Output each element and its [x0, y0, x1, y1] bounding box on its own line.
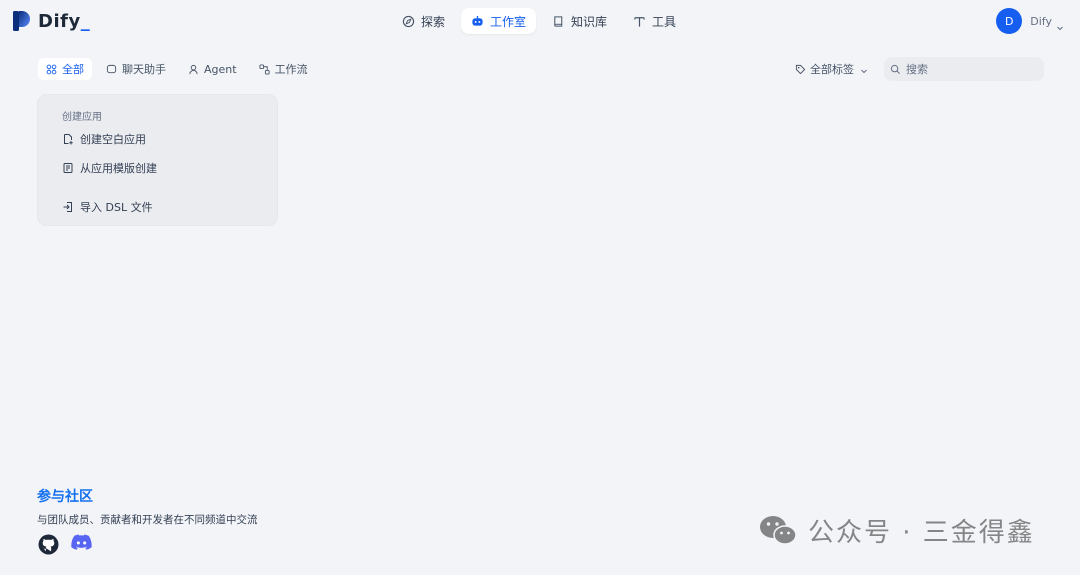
- logo-text: Dify_: [38, 10, 91, 32]
- discord-icon[interactable]: [71, 534, 92, 555]
- dify-logo-icon: [12, 10, 30, 32]
- avatar: D: [996, 8, 1023, 34]
- explore-icon: [402, 15, 415, 28]
- create-app-card: 创建应用 创建空白应用 从应用模版创建 导入 DSL 文件: [37, 94, 278, 226]
- create-blank-app-button[interactable]: 创建空白应用: [62, 131, 146, 147]
- chat-icon: [106, 64, 117, 75]
- main-nav: 探索 工作室 知识库 工具: [392, 8, 686, 34]
- community-title: 参与社区: [37, 489, 93, 505]
- chevron-down-icon: [860, 65, 868, 74]
- new-file-icon: [62, 133, 74, 145]
- nav-studio-label: 工作室: [490, 14, 527, 29]
- wechat-icon: [758, 514, 798, 548]
- workflow-icon: [259, 63, 270, 75]
- tab-agent[interactable]: Agent: [180, 58, 245, 80]
- import-dsl-label: 导入 DSL 文件: [80, 201, 153, 214]
- tab-workflow-label: 工作流: [274, 63, 308, 76]
- watermark-text: 公众号 · 三金得鑫: [808, 518, 1035, 548]
- tools-icon: [633, 15, 646, 28]
- create-app-heading: 创建应用: [62, 112, 102, 123]
- top-header: Dify_ 探索 工作室 知识库 工具 D Dify: [0, 0, 1080, 40]
- tab-agent-label: Agent: [204, 62, 237, 76]
- create-blank-app-label: 创建空白应用: [80, 133, 146, 146]
- community-section: 参与社区 与团队成员、贡献者和开发者在不同频道中交流: [37, 486, 258, 527]
- tab-chat-assistant[interactable]: 聊天助手: [98, 58, 174, 80]
- community-description: 与团队成员、贡献者和开发者在不同频道中交流: [37, 514, 258, 526]
- nav-explore[interactable]: 探索: [392, 8, 455, 34]
- nav-tools-label: 工具: [652, 14, 677, 29]
- search-icon: [890, 64, 901, 75]
- github-icon[interactable]: [38, 534, 59, 555]
- app-type-tabs: 全部 聊天助手 Agent 工作流: [38, 58, 316, 80]
- nav-knowledge-label: 知识库: [571, 14, 608, 29]
- nav-studio[interactable]: 工作室: [461, 8, 537, 34]
- template-icon: [62, 162, 74, 174]
- create-from-template-label: 从应用模版创建: [80, 162, 157, 175]
- user-menu[interactable]: D Dify: [996, 8, 1064, 34]
- tag-filter-dropdown[interactable]: 全部标签: [795, 58, 868, 80]
- chevron-down-icon: [1056, 17, 1064, 31]
- tab-workflow[interactable]: 工作流: [251, 58, 316, 80]
- nav-explore-label: 探索: [421, 14, 446, 29]
- user-name: Dify: [1030, 14, 1052, 28]
- studio-icon: [471, 15, 484, 28]
- wechat-watermark: 公众号 · 三金得鑫: [758, 512, 1035, 549]
- tab-chat-label: 聊天助手: [122, 63, 166, 76]
- search-input[interactable]: [906, 62, 1026, 76]
- tab-all-label: 全部: [62, 63, 84, 76]
- knowledge-icon: [552, 15, 565, 28]
- grid-icon: [46, 64, 57, 75]
- import-icon: [62, 201, 74, 213]
- import-dsl-button[interactable]: 导入 DSL 文件: [62, 199, 153, 215]
- create-from-template-button[interactable]: 从应用模版创建: [62, 160, 157, 176]
- tab-all[interactable]: 全部: [38, 58, 92, 80]
- search-box: [884, 57, 1044, 81]
- tag-filter-label: 全部标签: [810, 63, 854, 76]
- community-links: [38, 534, 92, 555]
- nav-tools[interactable]: 工具: [623, 8, 686, 34]
- dify-logo[interactable]: Dify_: [12, 9, 90, 33]
- agent-icon: [188, 64, 199, 75]
- nav-knowledge[interactable]: 知识库: [542, 8, 617, 34]
- tag-icon: [795, 64, 806, 75]
